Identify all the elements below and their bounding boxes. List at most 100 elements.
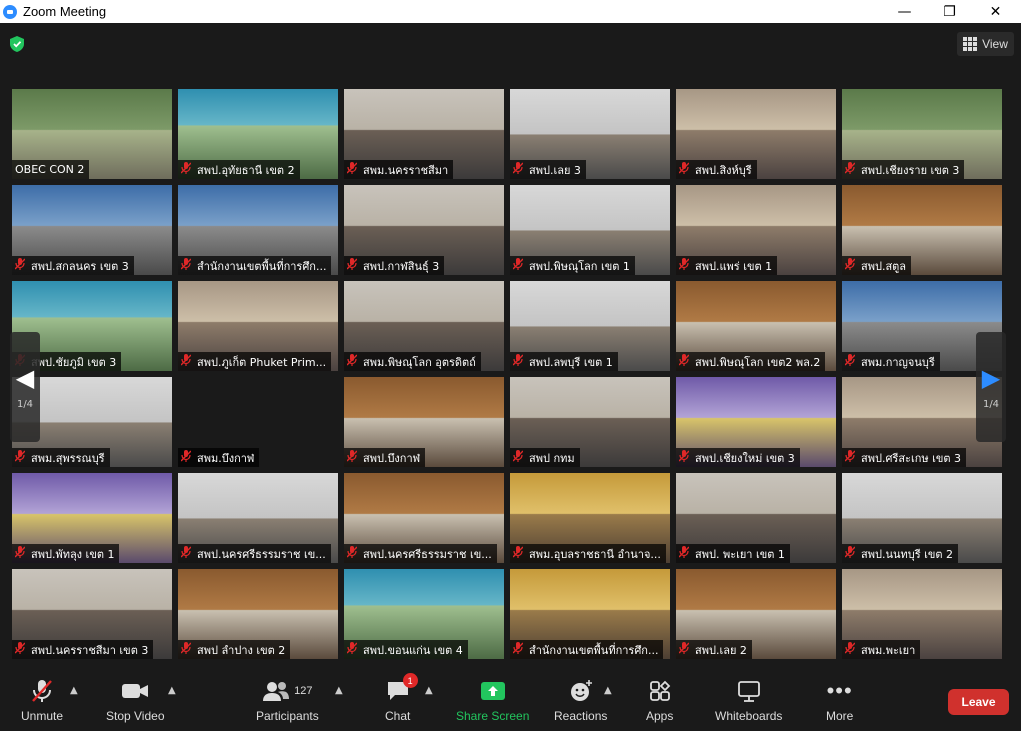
participant-tile[interactable]: สพป.เลย 2: [676, 569, 836, 659]
view-label: View: [982, 37, 1008, 51]
mic-muted-icon: [14, 258, 26, 273]
participant-tile[interactable]: สพป.เลย 3: [510, 89, 670, 179]
participant-name: สพม.นครราชสีมา: [363, 163, 449, 177]
participant-tile[interactable]: สพป.นครราชสีมา เขต 3: [12, 569, 172, 659]
chat-options-caret-icon[interactable]: ▲: [425, 685, 433, 696]
video-options-caret-icon[interactable]: ▲: [168, 685, 176, 696]
view-button[interactable]: View: [957, 32, 1014, 56]
participants-options-caret-icon[interactable]: ▲: [335, 685, 343, 696]
participant-tile[interactable]: สพป.ลพบุรี เขต 1: [510, 281, 670, 371]
zoom-logo-icon: [3, 4, 17, 19]
whiteboards-button[interactable]: Whiteboards: [715, 679, 782, 723]
mic-muted-icon: [512, 258, 524, 273]
mic-muted-icon: [14, 642, 26, 657]
participant-name: สพป.พิษณุโลก เขต2 พล.2: [695, 355, 821, 369]
reactions-button[interactable]: Reactions: [554, 679, 607, 723]
participant-name: สพป.ชัยภูมิ เขต 3: [31, 355, 117, 369]
participant-tile[interactable]: สพป.พัทลุง เขต 1: [12, 473, 172, 563]
participant-tile[interactable]: สพม.นครราชสีมา: [344, 89, 504, 179]
video-camera-icon: [121, 679, 149, 703]
participants-button[interactable]: 127 Participants: [256, 679, 319, 723]
unmute-button[interactable]: Unmute: [21, 679, 63, 723]
mic-muted-icon: [346, 162, 358, 177]
apps-button[interactable]: Apps: [646, 679, 673, 723]
participant-nameplate: สพป.ลพบุรี เขต 1: [510, 352, 618, 371]
participant-tile[interactable]: สพป.นครศรีธรรมราช เข...: [344, 473, 504, 563]
participant-tile[interactable]: สพม.พิษณุโลก อุตรดิตถ์: [344, 281, 504, 371]
participant-tile[interactable]: สพป.เชียงราย เขต 3: [842, 89, 1002, 179]
participant-nameplate: สพป.แพร่ เขต 1: [676, 256, 778, 275]
participant-tile[interactable]: สำนักงานเขตพื้นที่การศึก...: [178, 185, 338, 275]
participant-tile[interactable]: สพป.พิษณุโลก เขต2 พล.2: [676, 281, 836, 371]
participant-name: สพม.พะเยา: [861, 643, 916, 657]
participant-tile[interactable]: สพป.กาฬสินธุ์ 3: [344, 185, 504, 275]
participant-nameplate: สพป.กาฬสินธุ์ 3: [344, 256, 445, 275]
participant-tile[interactable]: OBEC CON 2: [12, 89, 172, 179]
participant-tile[interactable]: สพป ลำปาง เขต 2: [178, 569, 338, 659]
mic-muted-icon: [346, 546, 358, 561]
participant-name: สพป.เชียงราย เขต 3: [861, 163, 960, 177]
participant-name: สพป. พะเยา เขต 1: [695, 547, 785, 561]
mic-muted-icon: [844, 450, 856, 465]
participant-tile[interactable]: สพป.นครศรีธรรมราช เข...: [178, 473, 338, 563]
mic-muted-icon: [678, 642, 690, 657]
participant-tile[interactable]: สพป.นนทบุรี เขต 2: [842, 473, 1002, 563]
participant-name: สพป.ภูเก็ต Phuket Prim...: [197, 355, 327, 369]
participant-name: สพม.กาญจนบุรี: [861, 355, 935, 369]
participant-tile[interactable]: สพป.แพร่ เขต 1: [676, 185, 836, 275]
participant-nameplate: สพป.เชียงใหม่ เขต 3: [676, 448, 800, 467]
close-button[interactable]: ✕: [973, 0, 1018, 23]
participant-name: สพป.ลพบุรี เขต 1: [529, 355, 613, 369]
reactions-options-caret-icon[interactable]: ▲: [604, 685, 612, 696]
participant-tile[interactable]: สพป. พะเยา เขต 1: [676, 473, 836, 563]
participant-nameplate: สพป.บึงกาฬ: [344, 448, 426, 467]
stop-video-button[interactable]: Stop Video: [106, 679, 165, 723]
participant-nameplate: สพป กทม: [510, 448, 580, 467]
participant-tile[interactable]: สพม.อุบลราชธานี อำนาจ...: [510, 473, 670, 563]
participant-tile[interactable]: สพป.เชียงใหม่ เขต 3: [676, 377, 836, 467]
maximize-button[interactable]: ❐: [927, 0, 972, 23]
participant-nameplate: สพป.เลย 2: [676, 640, 752, 659]
chat-label: Chat: [385, 709, 411, 723]
previous-page-button[interactable]: ◀ 1/4: [10, 332, 40, 442]
participant-tile[interactable]: สำนักงานเขตพื้นที่การศึก...: [510, 569, 670, 659]
stop-video-label: Stop Video: [106, 709, 165, 723]
participant-tile[interactable]: สพม.บึงกาฬ: [178, 377, 338, 467]
meeting-toolbar: Unmute ▲ Stop Video ▲ 127 Participants ▲…: [0, 667, 1021, 731]
participant-tile[interactable]: สพป.ขอนแก่น เขต 4: [344, 569, 504, 659]
mic-muted-icon: [678, 354, 690, 369]
participants-label: Participants: [256, 709, 319, 723]
share-screen-label: Share Screen: [456, 709, 530, 723]
participant-nameplate: สพป ลำปาง เขต 2: [178, 640, 291, 659]
mic-muted-icon: [346, 642, 358, 657]
next-page-button[interactable]: ▶ 1/4: [976, 332, 1006, 442]
minimize-button[interactable]: —: [882, 0, 927, 23]
participant-nameplate: สพป.นครราชสีมา เขต 3: [12, 640, 154, 659]
mic-muted-icon: [14, 450, 26, 465]
participant-tile[interactable]: สพป.สิงห์บุรี: [676, 89, 836, 179]
participant-tile[interactable]: สพป.ภูเก็ต Phuket Prim...: [178, 281, 338, 371]
more-button[interactable]: ••• More: [826, 678, 853, 723]
participant-tile[interactable]: สพม.พะเยา: [842, 569, 1002, 659]
participant-nameplate: สพป.สิงห์บุรี: [676, 160, 757, 179]
audio-options-caret-icon[interactable]: ▲: [70, 685, 78, 696]
participant-name: สพป.สิงห์บุรี: [695, 163, 752, 177]
video-gallery: OBEC CON 2 สพป.อุทัยธานี เขต 2 สพม.นครราชส…: [12, 89, 1002, 659]
participant-name: สพป.สตูล: [861, 259, 907, 273]
share-screen-button[interactable]: Share Screen: [456, 679, 529, 723]
chat-button[interactable]: 1 Chat: [385, 673, 418, 723]
participant-tile[interactable]: สพป กทม: [510, 377, 670, 467]
participant-tile[interactable]: สพป.สตูล: [842, 185, 1002, 275]
leave-button[interactable]: Leave: [948, 689, 1009, 715]
participant-nameplate: สำนักงานเขตพื้นที่การศึก...: [178, 256, 332, 275]
page-indicator-right: 1/4: [982, 398, 1000, 410]
participant-name: OBEC CON 2: [15, 163, 85, 176]
participant-tile[interactable]: สพป.สกลนคร เขต 3: [12, 185, 172, 275]
security-shield-icon[interactable]: [10, 36, 24, 52]
participant-tile[interactable]: สพป.บึงกาฬ: [344, 377, 504, 467]
participant-tile[interactable]: สพป.พิษณุโลก เขต 1: [510, 185, 670, 275]
mic-muted-icon: [180, 258, 192, 273]
participant-name: สพป.นครศรีธรรมราช เข...: [363, 547, 492, 561]
participant-tile[interactable]: สพป.อุทัยธานี เขต 2: [178, 89, 338, 179]
mic-muted-icon: [180, 450, 192, 465]
